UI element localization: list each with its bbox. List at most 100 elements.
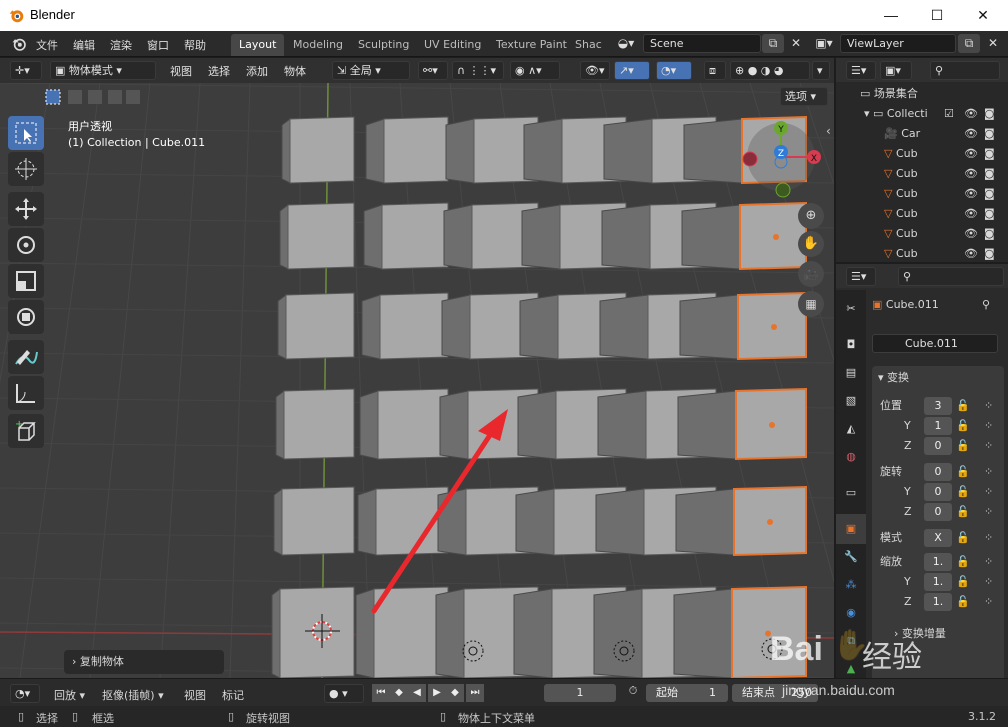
scale-y-field[interactable]: 1. [924, 573, 952, 591]
menu-render[interactable]: 渲染 [110, 37, 132, 53]
rotation-z-field[interactable]: 0 [924, 503, 952, 521]
scene-new-icon[interactable]: ⧉ [762, 34, 784, 53]
eye-icon[interactable]: 👁 [964, 144, 978, 164]
ortho-grid-icon[interactable]: ▦ [798, 291, 824, 317]
location-z-field[interactable]: 0 [924, 437, 952, 455]
prev-keyframe-icon[interactable]: ◆ [390, 684, 408, 702]
options-dropdown[interactable]: 选项 ▾ [780, 87, 828, 106]
camera-view-icon[interactable]: 🎥 [798, 261, 824, 287]
current-frame-field[interactable]: 1 [544, 684, 616, 702]
keyframe-dot-icon[interactable]: ⁘ [984, 416, 993, 436]
keyframe-dot-icon[interactable]: ⁘ [984, 436, 993, 456]
outliner-item[interactable]: ▽ Cub 👁 ◙ [836, 244, 1008, 264]
mode-select[interactable]: ▣ 物体模式 ▾ [50, 61, 156, 80]
rotation-x-field[interactable]: 0 [924, 463, 952, 481]
eye-icon[interactable]: 👁 [964, 104, 978, 124]
start-frame-field[interactable]: 起始 1 [646, 684, 728, 702]
menu-object[interactable]: 物体 [284, 63, 306, 79]
world-tab-icon[interactable]: ◍ [836, 442, 866, 472]
camera-icon[interactable]: ◙ [984, 104, 995, 124]
maximize-button[interactable]: ☐ [914, 0, 960, 31]
delta-transform-header[interactable]: › 变换增量 [894, 624, 946, 644]
eye-icon[interactable]: 👁 [964, 164, 978, 184]
eye-icon[interactable]: 👁 [964, 204, 978, 224]
collection-row[interactable]: ▾ ▭ Collecti ☑ 👁 ◙ [836, 104, 1008, 124]
outliner-item[interactable]: ▽ Cub 👁 ◙ [836, 224, 1008, 244]
keying-menu[interactable]: 抠像(插帧) ▾ [102, 687, 164, 703]
pivot-icon[interactable]: ⚯▾ [418, 61, 448, 80]
menu-help[interactable]: 帮助 [184, 37, 206, 53]
orientation-select[interactable]: ⇲ 全局 ▾ [332, 61, 410, 80]
measure-tool-icon[interactable] [8, 376, 44, 410]
timeline-view-menu[interactable]: 视图 [184, 687, 206, 703]
outliner-item[interactable]: ▽ Cub 👁 ◙ [836, 184, 1008, 204]
display-mode-icon[interactable]: ▣▾ [880, 61, 912, 80]
annotate-tool-icon[interactable] [8, 340, 44, 374]
next-keyframe-icon[interactable]: ◆ [446, 684, 464, 702]
viewlayer-browse-icon[interactable]: ▣▾ [810, 34, 838, 53]
playback-menu[interactable]: 回放 ▾ [54, 687, 85, 703]
eye-icon[interactable]: 👁 [964, 124, 978, 144]
jump-start-icon[interactable]: ⏮ [372, 684, 390, 702]
editor-type-icon[interactable]: ✛▾ [10, 61, 42, 80]
modifier-tab-icon[interactable]: 🔧 [836, 542, 866, 572]
camera-icon[interactable]: ◙ [984, 224, 995, 244]
tab-shading[interactable]: Shac [573, 34, 604, 56]
outliner-editor-icon[interactable]: ☰▾ [846, 61, 876, 80]
play-reverse-icon[interactable]: ◀ [408, 684, 426, 702]
eye-icon[interactable]: 👁 [964, 184, 978, 204]
viewlayer-delete-icon[interactable]: ✕ [982, 34, 1004, 53]
keyframe-dot-icon[interactable]: ⁘ [984, 592, 993, 612]
stopwatch-icon[interactable]: ⏱ [624, 684, 642, 702]
keyframe-dot-icon[interactable]: ⁘ [984, 502, 993, 522]
lock-icon[interactable]: 🔓 [956, 436, 970, 456]
lock-icon[interactable]: 🔓 [956, 416, 970, 436]
end-frame-field[interactable]: 结束点 250 [732, 684, 818, 702]
lock-icon[interactable]: 🔓 [956, 396, 970, 416]
zoom-view-icon[interactable]: ⊕ [798, 203, 824, 229]
scale-tool-icon[interactable] [8, 264, 44, 298]
proportional-edit-icon[interactable]: ◉ ∧▾ [510, 61, 560, 80]
marker-menu[interactable]: 标记 [222, 687, 244, 703]
camera-icon[interactable]: ◙ [984, 124, 995, 144]
menu-view[interactable]: 视图 [170, 63, 192, 79]
keyframe-dot-icon[interactable]: ⁘ [984, 462, 993, 482]
outliner-item[interactable]: ▽ Cub 👁 ◙ [836, 204, 1008, 224]
menu-file[interactable]: 文件 [36, 37, 58, 53]
rotation-y-field[interactable]: 0 [924, 483, 952, 501]
blender-menu-icon[interactable] [10, 36, 28, 52]
close-button[interactable]: ✕ [960, 0, 1006, 31]
transform-section-header[interactable]: ▾ 变换 [878, 368, 909, 388]
pin-icon[interactable]: ⚲ [982, 298, 990, 311]
navigation-gizmo[interactable]: Y X Z [736, 115, 826, 205]
output-tab-icon[interactable]: ▤ [836, 358, 866, 388]
scene-tab-icon[interactable]: ◭ [836, 414, 866, 444]
lock-icon[interactable]: 🔓 [956, 462, 970, 482]
jump-end-icon[interactable]: ⏭ [466, 684, 484, 702]
location-y-field[interactable]: 1 [924, 417, 952, 435]
record-icon[interactable]: ● ▾ [324, 684, 364, 703]
eye-icon[interactable]: 👁 [964, 224, 978, 244]
tab-sculpting[interactable]: Sculpting [350, 34, 417, 56]
keyframe-dot-icon[interactable]: ⁘ [984, 482, 993, 502]
lock-icon[interactable]: 🔓 [956, 552, 970, 572]
camera-icon[interactable]: ◙ [984, 204, 995, 224]
overlay-toggle-icon[interactable]: ◔▾ [656, 61, 692, 80]
camera-icon[interactable]: ◙ [984, 144, 995, 164]
outliner-item[interactable]: 🎥 Car 👁 ◙ [836, 124, 1008, 144]
camera-icon[interactable]: ◙ [984, 164, 995, 184]
particles-tab-icon[interactable]: ⁂ [836, 570, 866, 600]
lock-icon[interactable]: 🔓 [956, 502, 970, 522]
3d-viewport[interactable]: ‹ 选项 ▾ 用户透视 (1) Collection | Cube.011 Y … [0, 83, 834, 678]
transform-tool-icon[interactable] [8, 300, 44, 334]
xray-icon[interactable]: ⧈ [704, 61, 726, 80]
tab-texture-paint[interactable]: Texture Paint [488, 34, 575, 56]
lock-icon[interactable]: 🔓 [956, 528, 970, 548]
properties-search-input[interactable]: ⚲ [898, 267, 1004, 286]
menu-select[interactable]: 选择 [208, 63, 230, 79]
object-tab-icon[interactable]: ▣ [836, 514, 866, 544]
keyframe-dot-icon[interactable]: ⁘ [984, 396, 993, 416]
play-icon[interactable]: ▶ [428, 684, 446, 702]
tab-uv-editing[interactable]: UV Editing [416, 34, 489, 56]
snap-icon[interactable]: ∩ ⋮⋮▾ [452, 61, 504, 80]
